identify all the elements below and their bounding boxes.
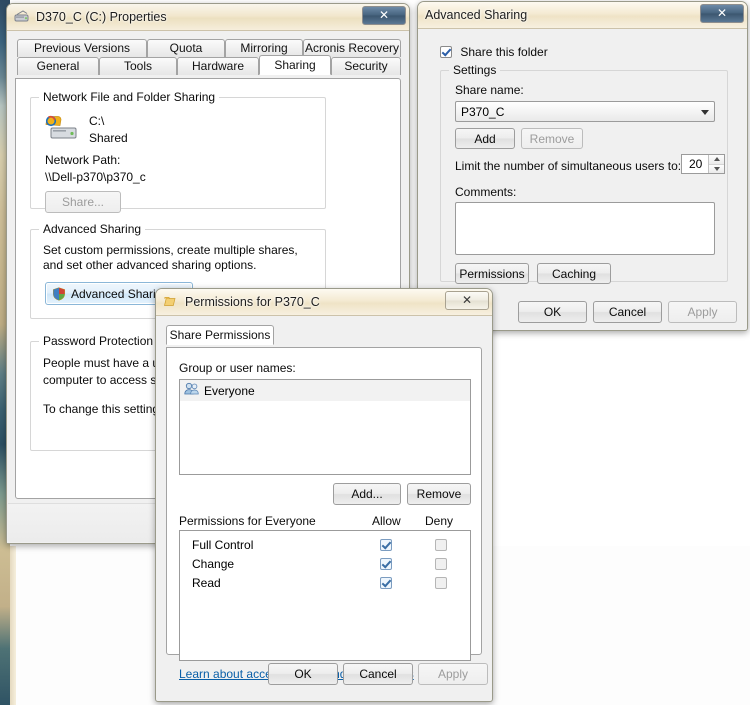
allow-column-header: Allow <box>372 514 401 528</box>
add-share-button[interactable]: Add <box>455 128 515 149</box>
remove-principal-button[interactable]: Remove <box>407 483 471 505</box>
tab-share-permissions[interactable]: Share Permissions <box>166 325 274 345</box>
network-path-value: \\Dell-p370\p370_c <box>45 170 146 184</box>
group-or-user-names-label: Group or user names: <box>179 361 296 375</box>
shared-folder-name: C:\ <box>89 114 105 128</box>
share-this-folder-label: Share this folder <box>460 45 548 59</box>
advanced-sharing-window: Advanced Sharing ✕ Share this folder Set… <box>417 1 748 331</box>
remove-share-button[interactable]: Remove <box>521 128 583 149</box>
table-row[interactable]: Read <box>180 575 470 593</box>
properties-tabstrip: Previous Versions Quota Mirroring Acroni… <box>15 39 401 79</box>
share-permissions-page: Group or user names: Everyone Add... Rem… <box>166 347 482 681</box>
users-group-icon <box>184 382 199 399</box>
shared-folder-state: Shared <box>89 131 128 145</box>
allow-checkbox[interactable] <box>380 558 392 570</box>
drive-icon <box>14 9 30 25</box>
permissions-ok-button[interactable]: OK <box>268 663 338 685</box>
permissions-button[interactable]: Permissions <box>455 263 529 284</box>
permission-name: Change <box>192 557 235 571</box>
permissions-close-button[interactable]: ✕ <box>445 291 489 310</box>
tab-security[interactable]: Security <box>331 57 401 75</box>
permission-name: Full Control <box>192 538 254 552</box>
network-sharing-group: Network File and Folder Sharing C:\ Shar… <box>30 90 326 213</box>
advanced-sharing-titlebar[interactable]: Advanced Sharing ✕ <box>418 2 747 29</box>
folder-permissions-icon <box>163 294 179 310</box>
allow-checkbox[interactable] <box>380 577 392 589</box>
share-name-combobox[interactable]: P370_C <box>455 101 715 122</box>
table-row[interactable]: Full Control <box>180 537 470 555</box>
share-name-label: Share name: <box>455 83 524 97</box>
network-path-label: Network Path: <box>45 153 121 167</box>
advanced-sharing-description: Set custom permissions, create multiple … <box>43 243 298 272</box>
comments-input[interactable] <box>455 202 715 255</box>
properties-title: D370_C (C:) Properties <box>36 10 167 24</box>
caching-button[interactable]: Caching <box>537 263 611 284</box>
tab-sharing[interactable]: Sharing <box>259 55 331 75</box>
advanced-sharing-title: Advanced Sharing <box>425 8 528 22</box>
permissions-titlebar[interactable]: Permissions for P370_C ✕ <box>156 289 492 316</box>
properties-titlebar[interactable]: D370_C (C:) Properties ✕ <box>7 4 409 31</box>
permissions-for-label: Permissions for Everyone <box>179 514 316 528</box>
tab-tools[interactable]: Tools <box>99 57 177 75</box>
limit-users-value: 20 <box>689 157 703 171</box>
share-this-folder-checkbox-wrap[interactable]: Share this folder <box>440 45 548 59</box>
password-protection-group-title: Password Protection <box>39 334 158 348</box>
tab-previous-versions[interactable]: Previous Versions <box>17 39 147 57</box>
advanced-sharing-group-title: Advanced Sharing <box>39 222 146 236</box>
chevron-down-icon <box>701 109 709 115</box>
permission-name: Read <box>192 576 221 590</box>
advanced-sharing-cancel-button[interactable]: Cancel <box>593 301 662 323</box>
limit-users-spin-buttons[interactable] <box>708 155 724 173</box>
tab-general[interactable]: General <box>17 57 99 75</box>
deny-column-header: Deny <box>425 514 454 528</box>
permissions-table[interactable]: Full Control Change Read <box>179 530 471 661</box>
group-entry-name: Everyone <box>204 383 255 398</box>
table-row[interactable]: Change <box>180 556 470 574</box>
advanced-sharing-close-button[interactable]: ✕ <box>700 4 744 23</box>
add-principal-button[interactable]: Add... <box>333 483 401 505</box>
group-or-user-names-list[interactable]: Everyone <box>179 379 471 475</box>
permissions-title: Permissions for P370_C <box>185 295 320 309</box>
comments-label: Comments: <box>455 185 517 199</box>
limit-users-spinner[interactable]: 20 <box>681 154 725 174</box>
allow-checkbox[interactable] <box>380 539 392 551</box>
settings-group: Settings Share name: P370_C Add Remove L… <box>440 63 728 284</box>
deny-checkbox[interactable] <box>435 577 447 589</box>
tab-quota[interactable]: Quota <box>147 39 225 57</box>
permissions-tabstrip: Share Permissions <box>166 325 482 347</box>
list-item[interactable]: Everyone <box>180 380 470 401</box>
spinner-up-icon[interactable] <box>709 155 724 165</box>
network-sharing-group-title: Network File and Folder Sharing <box>39 90 220 104</box>
shared-folder-icon <box>45 115 79 146</box>
uac-shield-icon <box>52 286 66 301</box>
share-this-folder-checkbox[interactable] <box>440 46 452 58</box>
settings-group-title: Settings <box>449 63 501 77</box>
properties-close-button[interactable]: ✕ <box>362 6 406 25</box>
background-window-bottom-edge <box>10 546 16 705</box>
permissions-window: Permissions for P370_C ✕ Share Permissio… <box>155 288 493 702</box>
permissions-cancel-button[interactable]: Cancel <box>343 663 413 685</box>
permissions-apply-button[interactable]: Apply <box>418 663 488 685</box>
deny-checkbox[interactable] <box>435 539 447 551</box>
advanced-sharing-apply-button[interactable]: Apply <box>668 301 737 323</box>
share-button[interactable]: Share... <box>45 191 121 213</box>
limit-users-label: Limit the number of simultaneous users t… <box>455 159 682 173</box>
share-name-value: P370_C <box>461 104 505 119</box>
deny-checkbox[interactable] <box>435 558 447 570</box>
tab-hardware[interactable]: Hardware <box>177 57 259 75</box>
spinner-down-icon[interactable] <box>709 164 724 173</box>
advanced-sharing-ok-button[interactable]: OK <box>518 301 587 323</box>
